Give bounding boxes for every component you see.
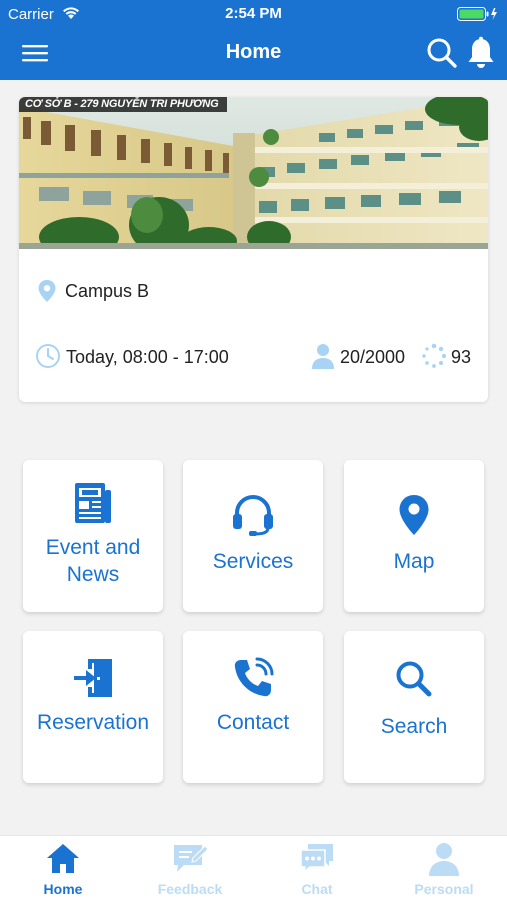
tile-map[interactable]: Map: [344, 460, 484, 612]
bottom-tab-bar: Home Feedback Chat Personal: [0, 835, 507, 900]
tile-label: Contact: [216, 711, 290, 734]
tile-label: Reservation: [36, 711, 150, 734]
campus-banner-image: CƠ SỞ B - 279 NGUYỄN TRI PHƯƠNG: [19, 97, 488, 249]
campus-capacity: 20/2000: [311, 343, 405, 374]
phone-ringing-icon: [183, 657, 323, 706]
tab-home[interactable]: Home: [0, 836, 126, 900]
feedback-icon: [127, 842, 253, 877]
top-bar: Carrier 2:54 PM Home: [0, 0, 507, 80]
home-icon: [0, 842, 126, 877]
search-icon: [344, 659, 484, 706]
campus-card[interactable]: CƠ SỞ B - 279 NGUYỄN TRI PHƯƠNG Campus B…: [19, 97, 488, 402]
tile-search[interactable]: Search: [344, 631, 484, 783]
campus-name: Campus B: [65, 281, 150, 301]
tile-label: Search: [380, 715, 448, 738]
count-text: 93: [451, 347, 472, 367]
tile-event-and-news[interactable]: Event and News: [23, 460, 163, 612]
chat-icon: [254, 842, 380, 877]
tab-label: Feedback: [157, 881, 223, 897]
campus-location: Campus B: [37, 279, 149, 308]
tile-contact[interactable]: Contact: [183, 631, 323, 783]
person-icon: [381, 842, 507, 879]
hours-text: Today, 08:00 - 17:00: [66, 347, 229, 367]
location-pin-icon: [37, 280, 57, 307]
nav-bar: Home: [0, 28, 507, 80]
tab-label: Chat: [301, 881, 333, 897]
map-pin-icon: [344, 494, 484, 543]
door-enter-icon: [23, 657, 163, 706]
tile-services[interactable]: Services: [183, 460, 323, 612]
tile-label: Map: [393, 550, 435, 573]
person-icon: [311, 344, 335, 373]
tile-label-line-1: Event and: [45, 536, 141, 559]
tab-feedback[interactable]: Feedback: [127, 836, 253, 900]
tile-label-line-2: News: [66, 563, 120, 586]
bell-icon[interactable]: [466, 36, 496, 75]
status-time: 2:54 PM: [225, 5, 282, 22]
tab-chat[interactable]: Chat: [254, 836, 380, 900]
clock-icon: [35, 344, 61, 373]
battery-icon: [457, 7, 499, 25]
search-icon[interactable]: [426, 36, 458, 75]
tile-reservation[interactable]: Reservation: [23, 631, 163, 783]
campus-count: 93: [421, 343, 471, 374]
spinner-icon: [421, 343, 447, 373]
banner-caption: CƠ SỞ B - 279 NGUYỄN TRI PHƯƠNG: [19, 97, 227, 112]
tab-personal[interactable]: Personal: [381, 836, 507, 900]
tab-label: Personal: [414, 881, 474, 897]
headset-icon: [183, 494, 323, 543]
tab-label: Home: [43, 881, 83, 897]
campus-hours: Today, 08:00 - 17:00: [35, 343, 229, 374]
tile-label: Services: [212, 550, 294, 573]
status-bar: Carrier 2:54 PM: [0, 0, 507, 28]
newspaper-icon: [23, 482, 163, 531]
capacity-text: 20/2000: [340, 347, 406, 367]
